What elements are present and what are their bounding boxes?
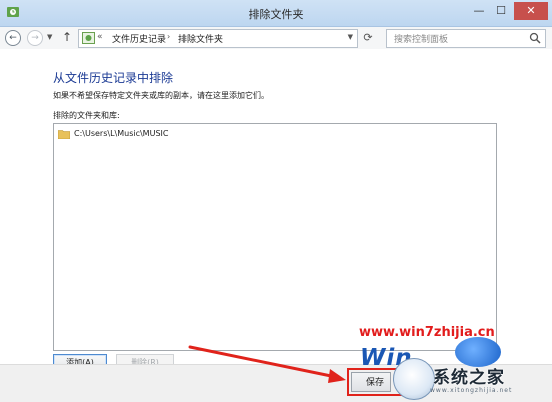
list-item-path: C:\Users\L\Music\MUSIC	[74, 129, 169, 138]
minimize-button[interactable]: —	[468, 2, 490, 20]
excluded-list-label: 排除的文件夹和库:	[53, 111, 120, 120]
watermark-badge-icon	[393, 358, 435, 400]
page-title: 从文件历史记录中排除	[53, 71, 174, 85]
address-overflow-chevron[interactable]: «	[97, 32, 103, 42]
address-bar[interactable]: « 文件历史记录 › 排除文件夹 ▼	[78, 29, 358, 48]
arrow-right-icon: →	[31, 33, 39, 43]
breadcrumb-separator[interactable]: ›	[167, 32, 170, 41]
back-button[interactable]: ←	[5, 30, 21, 46]
watermark-badge-text: 系统之家	[433, 368, 505, 388]
search-input[interactable]: 搜索控制面板	[386, 29, 546, 48]
close-button[interactable]: ✕	[514, 2, 548, 20]
forward-button[interactable]: →	[27, 30, 43, 46]
breadcrumb-file-history[interactable]: 文件历史记录	[112, 32, 166, 45]
refresh-icon[interactable]: ⟳	[360, 31, 376, 44]
recent-locations-dropdown[interactable]: ▼	[47, 33, 52, 41]
breadcrumb-exclude-folders[interactable]: 排除文件夹	[178, 32, 223, 45]
title-bar: 排除文件夹 — ☐ ✕	[0, 0, 552, 27]
maximize-button[interactable]: ☐	[490, 2, 512, 20]
arrow-up-icon: ↑	[62, 30, 73, 44]
search-placeholder: 搜索控制面板	[394, 35, 449, 45]
up-button[interactable]: ↑	[62, 30, 72, 44]
arrow-left-icon: ←	[9, 33, 17, 43]
control-panel-icon	[82, 32, 95, 44]
watermark-badge-sub: www.xitongzhijia.net	[430, 387, 513, 394]
excluded-list[interactable]: C:\Users\L\Music\MUSIC	[53, 123, 497, 351]
folder-icon	[58, 130, 70, 139]
navigation-bar: ← → ▼ ↑ « 文件历史记录 › 排除文件夹 ▼ ⟳ 搜索控制面板	[0, 27, 552, 49]
chevron-down-icon[interactable]: ▼	[348, 33, 353, 41]
search-icon[interactable]	[529, 32, 541, 44]
page-description: 如果不希望保存特定文件夹或库的副本，请在这里添加它们。	[53, 91, 269, 100]
main-content: 从文件历史记录中排除 如果不希望保存特定文件夹或库的副本，请在这里添加它们。 排…	[0, 50, 552, 371]
